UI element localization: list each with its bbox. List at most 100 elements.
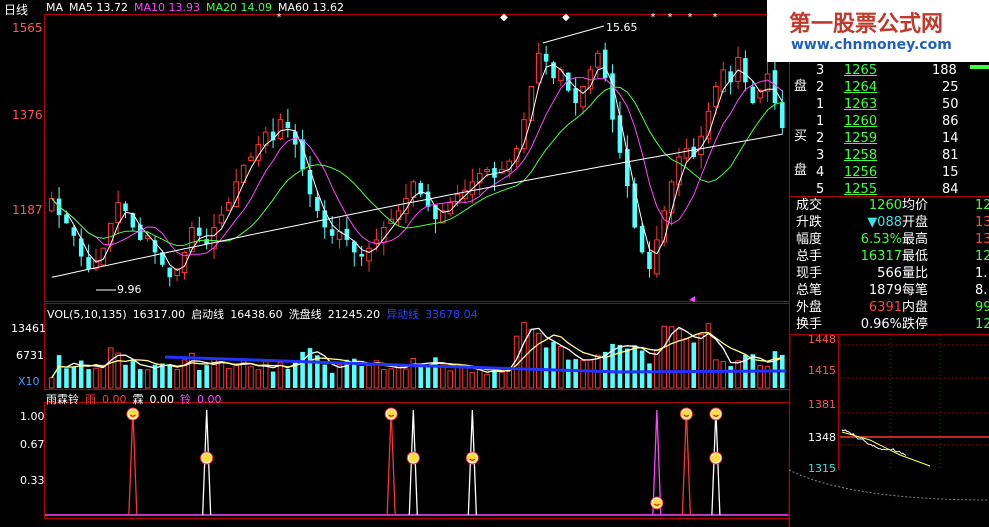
legend-item: 铃 xyxy=(180,393,191,406)
volume-bar xyxy=(499,371,505,389)
candle-body xyxy=(595,52,601,68)
legend-item: MA5 13.72 xyxy=(69,1,129,14)
quote-label: 每笔 xyxy=(902,283,929,298)
bid-price[interactable]: 1256 xyxy=(844,164,877,182)
quote-value: 6.53% xyxy=(860,232,902,247)
bid-price[interactable]: 1260 xyxy=(844,113,877,131)
candle-body xyxy=(743,58,748,83)
ask-price[interactable]: 1263 xyxy=(844,96,877,114)
volume-bar xyxy=(315,355,320,388)
volume-plot xyxy=(48,321,787,389)
candle-body xyxy=(218,214,225,224)
ind-tick-1: 1.00 xyxy=(20,410,45,423)
watermark-url: www.chnmoney.com xyxy=(791,37,952,53)
volume-bar xyxy=(255,369,262,389)
volume-bar xyxy=(566,359,571,388)
candle-body xyxy=(780,102,785,128)
volume-bar xyxy=(462,366,468,389)
candle-body xyxy=(654,239,660,275)
legend-item: 霖 xyxy=(132,393,144,406)
legend-item: MA20 14.09 xyxy=(206,1,273,14)
volume-bar xyxy=(713,359,719,389)
quote-value: 6391 xyxy=(868,300,902,315)
candle-body xyxy=(602,49,608,79)
signal-marker: ◆ xyxy=(500,12,508,23)
watermark: 第一股票公式网 www.chnmoney.com xyxy=(767,0,989,62)
quote-label: 均价 xyxy=(902,198,929,213)
volume-bar xyxy=(587,359,594,389)
volume-bar xyxy=(197,370,202,388)
volume-bar xyxy=(160,363,165,388)
signal-marker: * xyxy=(651,12,656,23)
volume-bar xyxy=(403,368,409,389)
volume-bar xyxy=(535,332,542,389)
volume-bar xyxy=(418,364,423,388)
bid-price[interactable]: 1259 xyxy=(844,130,877,148)
quote-value: 16317 xyxy=(860,249,902,264)
legend-item: VOL(5,10,135) xyxy=(47,308,127,321)
volume-bar xyxy=(625,348,630,388)
quote-value: 0.96% xyxy=(860,317,902,332)
volume-bar xyxy=(226,368,232,389)
volume-bar xyxy=(366,364,372,389)
volume-bar xyxy=(388,368,394,389)
volume-bar xyxy=(167,365,173,388)
smiley-face xyxy=(128,409,138,419)
candle-body xyxy=(668,181,675,213)
ask-level: 3 xyxy=(816,63,825,78)
candle-body xyxy=(617,115,623,153)
smiley-face xyxy=(467,453,477,463)
legend-item: 16317.00 xyxy=(132,308,186,321)
volume-bar xyxy=(425,365,431,388)
candle-body xyxy=(528,86,535,121)
price-plot: * ◆ ◆ * * * * xyxy=(48,12,785,302)
vol-tick-13461: 13461 xyxy=(11,322,46,335)
quote-label: 换手 xyxy=(796,317,823,332)
candle-body xyxy=(329,229,335,236)
ask-price[interactable]: 1264 xyxy=(844,79,877,97)
volume-bar xyxy=(551,341,556,388)
volume-bar xyxy=(336,364,343,389)
quote-label: 成交 xyxy=(796,198,823,213)
candle-body xyxy=(543,53,549,62)
quote-label: 内盘 xyxy=(902,300,929,315)
bid-level: 2 xyxy=(816,131,825,146)
signal-marker: ◆ xyxy=(562,12,570,23)
candle-body xyxy=(573,88,578,104)
quote-value: 12 xyxy=(975,249,989,264)
smiley-face xyxy=(408,453,418,463)
candle-body xyxy=(661,210,668,243)
volume-bar xyxy=(218,362,225,389)
quote-value: ▼088 xyxy=(867,215,902,230)
mini-price-line xyxy=(841,429,907,456)
ma5-line xyxy=(51,63,783,271)
ask-price[interactable]: 1265 xyxy=(844,62,877,80)
sell-side-label: 盘 xyxy=(794,79,808,94)
volume-bar xyxy=(115,352,121,389)
ask-vol: 25 xyxy=(942,80,959,95)
mini-tick-1348: 1348 xyxy=(808,431,836,444)
candle-body xyxy=(676,156,682,186)
bid-price[interactable]: 1258 xyxy=(844,147,877,165)
quote-table: 成交 1260 均价 12 升跌 ▼088 开盘 13 幅度 6.53% 最高 … xyxy=(790,197,989,334)
volume-bar xyxy=(440,364,446,389)
volume-bar xyxy=(381,369,387,389)
bid-vol: 14 xyxy=(942,131,959,146)
volume-bar xyxy=(698,334,704,389)
quote-value: 12 xyxy=(975,198,989,213)
ask-vol: 50 xyxy=(942,97,959,112)
volume-bar xyxy=(573,359,578,388)
volume-bar xyxy=(285,368,291,388)
quote-label: 总手 xyxy=(796,249,823,264)
volume-bar xyxy=(107,347,114,389)
volume-bar xyxy=(617,344,623,388)
legend-item: 雨霖铃 xyxy=(46,393,79,406)
candle-body xyxy=(647,251,652,269)
candle-body xyxy=(197,227,202,236)
volume-bar xyxy=(506,368,513,389)
candle-body xyxy=(484,168,490,173)
quote-value: 13 xyxy=(975,232,989,247)
volume-bar xyxy=(71,366,77,388)
smiley-face xyxy=(202,453,212,463)
volume-bar xyxy=(691,342,697,388)
